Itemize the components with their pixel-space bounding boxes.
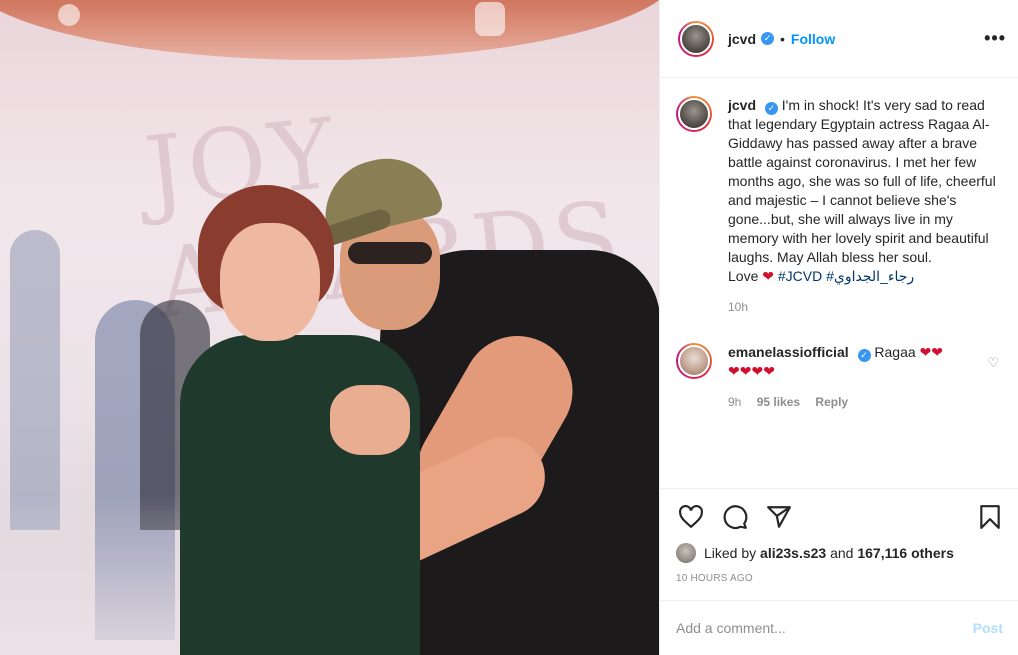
share-icon[interactable] (764, 502, 794, 532)
comment-text: Ragaa (874, 344, 916, 360)
action-icons (676, 499, 1003, 535)
comment-body: emanelassiofficial ✓ Ragaa ❤❤ ❤❤❤❤ 9h 95… (728, 343, 943, 412)
heart-emoji: ❤❤ (919, 344, 944, 360)
light-bokeh (58, 4, 80, 26)
comment-icon[interactable] (720, 502, 750, 532)
liked-by-prefix: Liked by (704, 545, 757, 561)
liked-by-and: and (830, 545, 854, 561)
follow-button[interactable]: Follow (791, 31, 835, 47)
commenter-avatar[interactable] (676, 343, 712, 379)
caption-username[interactable]: jcvd (728, 97, 756, 113)
author-username[interactable]: jcvd (728, 31, 756, 47)
stage-arch (0, 0, 659, 60)
woman-figure (180, 185, 440, 655)
comment: emanelassiofficial ✓ Ragaa ❤❤ ❤❤❤❤ 9h 95… (676, 343, 1003, 412)
comment-composer: Add a comment... Post (660, 600, 1018, 655)
caption: jcvd ✓ I'm in shock! It's very sad to re… (676, 96, 1003, 317)
comment-likes[interactable]: 95 likes (757, 395, 800, 409)
liker-avatar[interactable] (676, 543, 696, 563)
separator-dot: • (780, 30, 785, 47)
comment-meta: 9h 95 likes Reply (728, 393, 943, 412)
liked-by: Liked by ali23s.s23 and 167,116 others (676, 543, 1003, 563)
caption-body: jcvd ✓ I'm in shock! It's very sad to re… (728, 96, 1003, 317)
comment-heart-icon[interactable]: ♡ (987, 355, 999, 371)
author-avatar[interactable] (678, 20, 714, 57)
verified-badge-icon: ✓ (764, 102, 778, 115)
verified-badge-icon: ✓ (761, 32, 775, 45)
caption-avatar[interactable] (676, 96, 712, 132)
liked-by-others[interactable]: 167,116 others (857, 545, 954, 561)
caption-age[interactable]: 10h (728, 300, 748, 314)
hashtag-link[interactable]: #رجاء_الجداوي (826, 268, 914, 284)
post-sidebar: jcvd ✓ • Follow ••• jcvd ✓ I'm in shock!… (659, 0, 1018, 655)
light-bokeh (475, 2, 505, 36)
post-comment-button[interactable]: Post (973, 620, 1003, 636)
post-header: jcvd ✓ • Follow ••• (660, 0, 1018, 78)
comment-age[interactable]: 9h (728, 395, 741, 409)
comments-section[interactable]: jcvd ✓ I'm in shock! It's very sad to re… (660, 78, 1018, 488)
liked-by-user[interactable]: ali23s.s23 (760, 545, 826, 561)
post-timestamp[interactable]: 10 HOURS AGO (676, 573, 1003, 584)
instagram-post: JOY AWARDS jcvd ✓ • Follow ••• (0, 0, 1018, 655)
caption-love: Love (728, 268, 759, 284)
comment-input[interactable]: Add a comment... (676, 620, 786, 636)
reply-button[interactable]: Reply (815, 395, 848, 409)
heart-emoji: ❤❤❤❤ (728, 363, 775, 379)
background-person (10, 230, 60, 530)
heart-emoji: ❤ (762, 268, 774, 284)
post-actions: Liked by ali23s.s23 and 167,116 others 1… (660, 488, 1018, 584)
bookmark-icon[interactable] (975, 502, 1005, 532)
post-photo[interactable]: JOY AWARDS (0, 0, 659, 655)
heart-icon[interactable] (676, 502, 706, 532)
caption-meta: 10h (728, 298, 1003, 317)
hashtag-link[interactable]: #JCVD (778, 268, 822, 284)
verified-badge-icon: ✓ (857, 349, 871, 362)
caption-text: I'm in shock! It's very sad to read that… (728, 97, 996, 265)
more-options-icon[interactable]: ••• (984, 28, 1006, 49)
commenter-username[interactable]: emanelassiofficial (728, 344, 849, 360)
